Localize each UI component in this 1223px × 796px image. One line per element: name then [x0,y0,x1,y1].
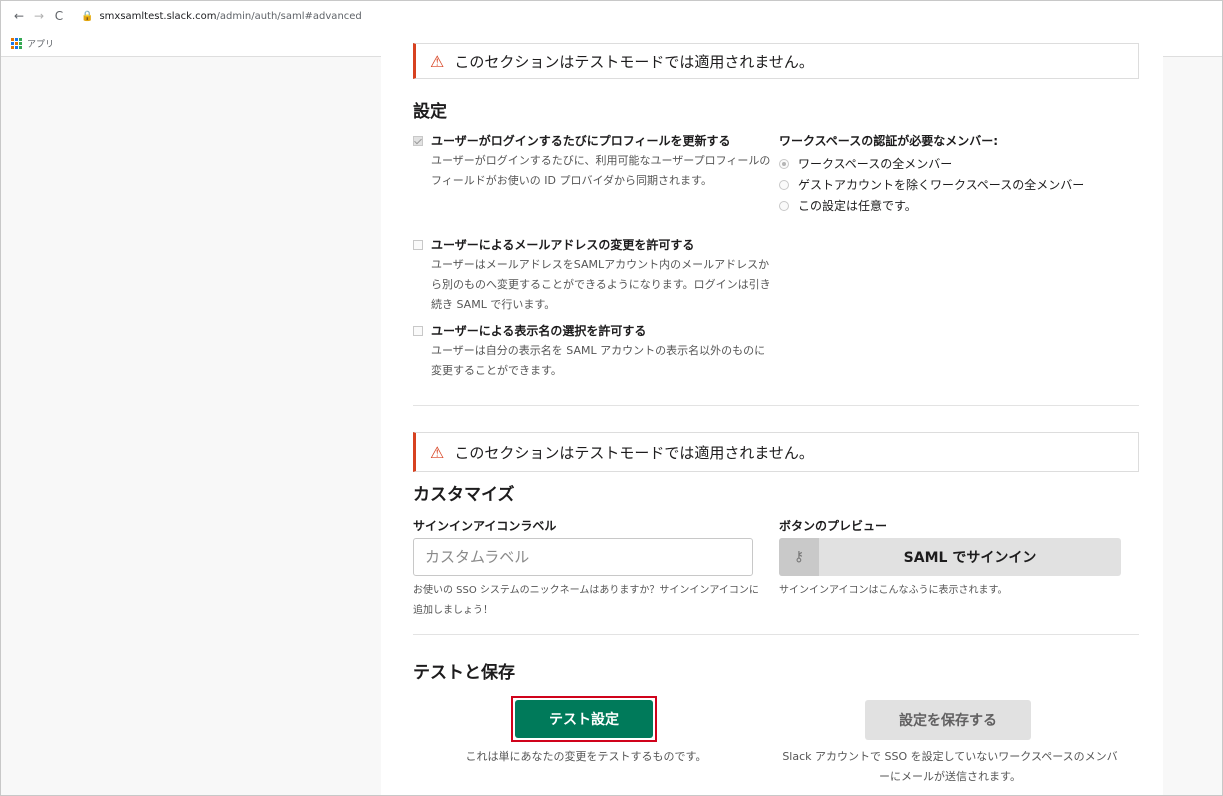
saml-sign-in-preview: ⚷ SAML でサインイン [779,538,1121,576]
option-update-profile: ユーザーがログインするたびにプロフィールを更新する ユーザーがログインするたびに… [413,131,773,191]
test-button-highlight: テスト設定 [511,696,657,742]
test-settings-button[interactable]: テスト設定 [515,700,653,738]
option-allow-email-change: ユーザーによるメールアドレスの変更を許可する ユーザーはメールアドレスをSAML… [413,235,773,315]
allow-email-change-title: ユーザーによるメールアドレスの変更を許可する [431,238,695,252]
warning-text: このセクションはテストモードでは適用されません。 [454,443,814,462]
save-hint: Slack アカウントで SSO を設定していないワークスペースのメンバーにメー… [782,750,1118,783]
radio-label: ゲストアカウントを除くワークスペースの全メンバー [798,177,1085,192]
icon-label-heading: サインインアイコンラベル [413,519,557,533]
radio-label: この設定は任意です。 [798,198,917,213]
allow-display-name-checkbox[interactable] [413,326,423,336]
update-profile-checkbox[interactable] [413,136,423,146]
allow-display-name-desc: ユーザーは自分の表示名を SAML アカウントの表示名以外のものに変更することが… [431,344,766,377]
update-profile-title: ユーザーがログインするたびにプロフィールを更新する [431,134,731,148]
test-mode-warning-top: ⚠ このセクションはテストモードでは適用されません。 [413,43,1139,79]
lock-icon[interactable]: 🔒 [81,11,93,22]
radio-optional[interactable]: この設定は任意です。 [779,195,1139,216]
browser-toolbar: ← → C 🔒 smxsamltest.slack.com/admin/auth… [1,1,1222,31]
back-icon[interactable]: ← [9,9,29,23]
apps-grid-icon[interactable] [11,38,22,49]
url-path: /admin/auth/saml#advanced [216,10,362,22]
browser-window: ← → C 🔒 smxsamltest.slack.com/admin/auth… [0,0,1223,796]
radio-all-members[interactable]: ワークスペースの全メンバー [779,153,1139,174]
url-host: smxsamltest.slack.com [99,10,217,22]
preview-hint: サインインアイコンはこんなふうに表示されます。 [779,585,1008,596]
reload-icon[interactable]: C [49,9,69,23]
allow-email-change-checkbox[interactable] [413,240,423,250]
address-bar[interactable]: smxsamltest.slack.com/admin/auth/saml#ad… [99,11,361,22]
allow-email-change-desc: ユーザーはメールアドレスをSAMLアカウント内のメールアドレスから別のものへ変更… [431,258,771,311]
radio-label: ワークスペースの全メンバー [798,156,953,171]
warning-icon: ⚠ [430,51,445,71]
preview-heading: ボタンのプレビュー [779,519,888,533]
section-divider [413,405,1139,406]
saml-preview-label: SAML でサインイン [903,550,1037,566]
test-hint: これは単にあなたの変更をテストするものです。 [465,750,707,763]
radio-button[interactable] [779,200,789,211]
settings-heading: 設定 [413,102,447,122]
members-auth-group: ワークスペースの認証が必要なメンバー: ワークスペースの全メンバー ゲストアカウ… [779,131,1139,216]
page-background: ⚠ このセクションはテストモードでは適用されません。 設定 ユーザーがログインす… [1,43,1222,795]
key-icon: ⚷ [779,538,819,576]
customize-heading: カスタマイズ [413,485,515,505]
warning-text: このセクションはテストモードでは適用されません。 [454,52,814,71]
allow-display-name-title: ユーザーによる表示名の選択を許可する [431,324,647,338]
option-allow-display-name: ユーザーによる表示名の選択を許可する ユーザーは自分の表示名を SAML アカウ… [413,321,773,381]
warning-icon: ⚠ [430,442,445,462]
icon-label-hint: お使いの SSO システムのニックネームはありますか？サインインアイコンに追加し… [413,585,759,616]
update-profile-desc: ユーザーがログインするたびに、利用可能なユーザープロフィールのフィールドがお使い… [431,154,771,187]
saml-settings-card: ⚠ このセクションはテストモードでは適用されません。 設定 ユーザーがログインす… [381,43,1163,795]
bookmark-apps[interactable]: アプリ [27,37,54,50]
section-divider [413,634,1139,635]
save-settings-button[interactable]: 設定を保存する [865,700,1031,740]
sign-in-icon-label-input[interactable] [413,538,753,576]
forward-icon[interactable]: → [29,9,49,23]
radio-button[interactable] [779,179,789,190]
members-heading: ワークスペースの認証が必要なメンバー: [779,134,999,148]
test-mode-warning: ⚠ このセクションはテストモードでは適用されません。 [413,432,1139,472]
radio-button[interactable] [779,158,789,169]
radio-all-except-guests[interactable]: ゲストアカウントを除くワークスペースの全メンバー [779,174,1139,195]
test-save-heading: テストと保存 [413,663,515,683]
